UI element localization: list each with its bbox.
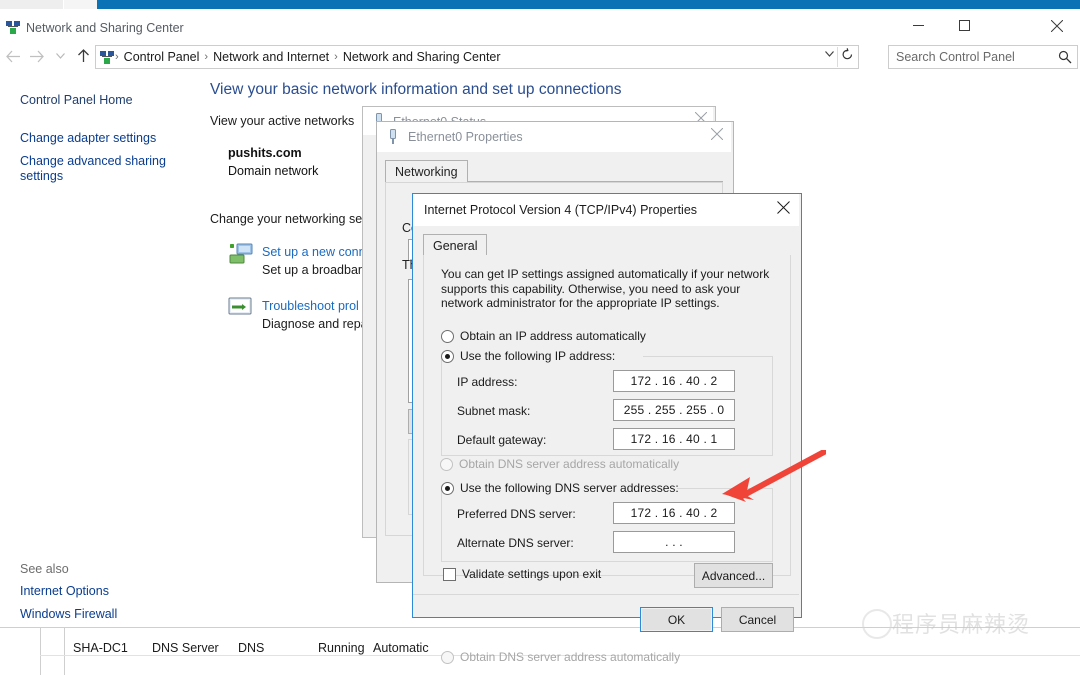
table-cell-type: DNS [238, 641, 265, 655]
background-window-titlebar [97, 0, 1080, 9]
page-title: View your basic network information and … [210, 81, 622, 98]
ipv4-description-text: You can get IP settings assigned automat… [441, 267, 770, 310]
network-name: pushits.com [228, 146, 302, 160]
window-title: Network and Sharing Center [26, 21, 184, 35]
radio-obtain-ip-automatically[interactable] [441, 330, 454, 343]
subnet-mask-label: Subnet mask: [457, 404, 531, 418]
radio-use-following-ip-label[interactable]: Use the following IP address: [460, 349, 615, 363]
tab-general[interactable]: General [423, 234, 488, 257]
ip-address-label: IP address: [457, 375, 518, 389]
alternate-dns-label: Alternate DNS server: [457, 536, 574, 550]
ipv4-dialog-title: Internet Protocol Version 4 (TCP/IPv4) P… [424, 203, 698, 217]
link-set-up-new-connection-desc: Set up a broadbar [262, 263, 363, 277]
preferred-dns-label: Preferred DNS server: [457, 507, 576, 521]
search-input[interactable]: Search Control Panel [888, 45, 1078, 69]
sidebar-item-change-advanced-sharing[interactable]: Change advanced sharing [20, 154, 166, 168]
validate-settings-label[interactable]: Validate settings upon exit [462, 567, 601, 581]
tab-networking[interactable]: Networking [385, 160, 468, 183]
advanced-button[interactable]: Advanced... [694, 563, 773, 588]
ok-button[interactable]: OK [640, 607, 713, 632]
breadcrumb-item-network-and-sharing-center[interactable]: Network and Sharing Center [339, 50, 505, 64]
subnet-mask-input[interactable]: 255 . 255 . 255 . 0 [613, 399, 735, 421]
search-icon[interactable] [1058, 50, 1072, 67]
ip-address-input[interactable]: 172 . 16 . 40 . 2 [613, 370, 735, 392]
radio-obtain-dns-automatically-label[interactable]: Obtain DNS server address automatically [459, 457, 679, 471]
ethernet0-properties-titlebar: Ethernet0 Properties [377, 122, 731, 152]
breadcrumb-item-network-and-internet[interactable]: Network and Internet [209, 50, 333, 64]
ipv4-properties-dialog[interactable]: Internet Protocol Version 4 (TCP/IPv4) P… [412, 193, 802, 664]
sidebar: Control Panel Home Change adapter settin… [0, 72, 200, 627]
network-sharing-icon [6, 21, 20, 34]
refresh-icon[interactable] [841, 48, 854, 65]
recent-locations-button[interactable] [50, 46, 70, 66]
table-cell-startup: Automatic [373, 641, 429, 655]
navigation-bar: › Control Panel › Network and Internet ›… [0, 39, 1080, 71]
change-settings-heading: Change your networking set [210, 212, 366, 226]
active-networks-heading: View your active networks [210, 114, 355, 128]
network-adapter-icon [387, 129, 399, 148]
close-button[interactable] [1033, 13, 1080, 38]
see-also-heading: See also [20, 562, 69, 576]
network-type: Domain network [228, 164, 319, 178]
screen-root: Network and Sharing Center › Control Pan… [0, 0, 1080, 675]
table-cell-status: Running [318, 641, 365, 655]
minimize-button[interactable] [895, 13, 941, 38]
ethernet0-properties-tabstrip: Networking [385, 160, 723, 183]
ipv4-titlebar: Internet Protocol Version 4 (TCP/IPv4) P… [413, 194, 799, 226]
ethernet0-properties-title: Ethernet0 Properties [408, 130, 523, 144]
ipv4-dialog-body: General You can get IP settings assigned… [413, 226, 799, 664]
maximize-button[interactable] [941, 13, 987, 38]
default-gateway-label: Default gateway: [457, 433, 547, 447]
sidebar-item-control-panel-home[interactable]: Control Panel Home [20, 93, 133, 107]
forward-button[interactable] [26, 46, 46, 66]
troubleshoot-icon [228, 296, 254, 320]
radio-use-following-dns[interactable] [441, 482, 454, 495]
radio-obtain-dns-automatically-label[interactable]: Obtain DNS server address automatically [460, 650, 680, 664]
search-placeholder: Search Control Panel [896, 50, 1015, 64]
breadcrumb-root-icon [100, 50, 114, 64]
footer-divider [413, 594, 799, 595]
link-set-up-new-connection[interactable]: Set up a new conn [262, 245, 366, 259]
breadcrumb[interactable]: › Control Panel › Network and Internet ›… [95, 45, 859, 69]
radio-obtain-ip-automatically-label[interactable]: Obtain an IP address automatically [460, 329, 646, 343]
sidebar-item-change-adapter-settings[interactable]: Change adapter settings [20, 131, 156, 145]
link-troubleshoot-problems-desc: Diagnose and repa [262, 317, 368, 331]
sidebar-item-change-advanced-sharing-line2[interactable]: settings [20, 169, 63, 183]
link-troubleshoot-problems[interactable]: Troubleshoot prol [262, 299, 359, 313]
table-cell-host: SHA-DC1 [73, 641, 128, 655]
ipv4-close-icon[interactable] [777, 201, 790, 217]
table-column-divider [40, 628, 41, 675]
radio-use-following-ip[interactable] [441, 350, 454, 363]
preferred-dns-input[interactable]: 172 . 16 . 40 . 2 [613, 502, 735, 524]
table-cell-service: DNS Server [152, 641, 219, 655]
validate-settings-checkbox[interactable] [443, 568, 456, 581]
sidebar-item-windows-firewall[interactable]: Windows Firewall [20, 607, 117, 621]
ipv4-tabstrip: General [423, 234, 789, 257]
breadcrumb-divider [837, 47, 838, 67]
chevron-down-icon[interactable] [825, 49, 834, 60]
radio-obtain-dns-automatically[interactable] [441, 651, 454, 664]
sidebar-item-internet-options[interactable]: Internet Options [20, 584, 109, 598]
alternate-dns-input[interactable]: . . . [613, 531, 735, 553]
cancel-button[interactable]: Cancel [721, 607, 794, 632]
ethernet0-properties-close-icon[interactable] [710, 127, 724, 143]
back-button[interactable] [3, 46, 23, 66]
radio-obtain-dns-automatically[interactable] [440, 458, 453, 471]
default-gateway-input[interactable]: 172 . 16 . 40 . 1 [613, 428, 735, 450]
up-button[interactable] [73, 46, 93, 66]
breadcrumb-item-control-panel[interactable]: Control Panel [120, 50, 204, 64]
new-connection-icon [228, 242, 254, 266]
radio-use-following-dns-label[interactable]: Use the following DNS server addresses: [460, 481, 679, 495]
table-column-divider [64, 628, 65, 675]
window-titlebar: Network and Sharing Center [0, 9, 1080, 38]
